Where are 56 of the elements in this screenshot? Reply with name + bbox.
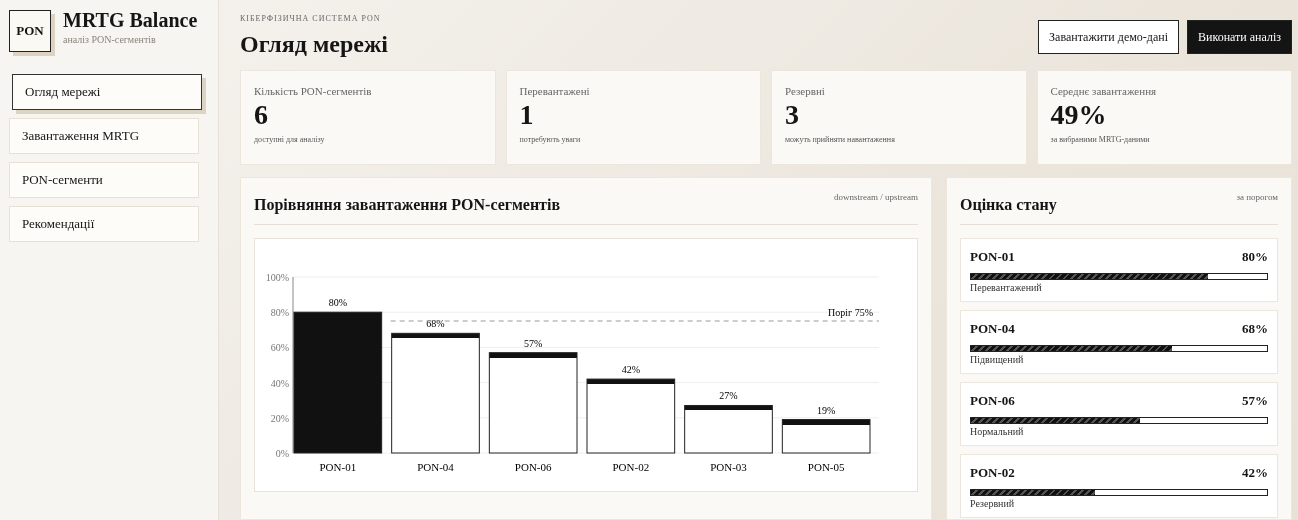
stat-note: можуть прийняти навантаження [785,135,896,144]
load-reading: 68% [1242,321,1268,337]
panel-title: Оцінка стану [960,196,1057,214]
status-label: Нормальний [970,426,1025,437]
tick-label: 40% [270,377,289,389]
stat-value: 49% [1050,101,1108,129]
page-title: Огляд мережі [240,31,388,58]
run-button[interactable]: Виконати аналіз [1187,20,1292,54]
value-label: 19% [817,404,836,416]
nav-item[interactable]: Рекомендації [9,206,199,242]
value-label: 68% [426,318,445,330]
stat-note: потребують уваги [519,135,582,144]
load-reading: 80% [1242,249,1268,265]
tick-label: 60% [270,342,289,354]
nav-item[interactable]: PON-сегменти [9,162,199,198]
load-reading: 42% [1242,465,1268,481]
value-label: 80% [328,297,347,309]
threshold-label: Поріг 75% [828,307,873,318]
category-label: PON-02 [612,461,650,473]
stat-label: Кількість PON-сегментів [254,85,373,97]
segment-name: PON-04 [970,321,1015,337]
stat-label: Перевантажені [519,85,591,97]
category-label: PON-05 [807,461,845,473]
category-label: PON-01 [319,461,357,473]
category-label: PON-03 [710,461,747,473]
app-title: MRTG Balance [63,10,198,30]
eyebrow: КІБЕРФІЗИЧНА СИСТЕМА PON [240,14,382,23]
stat-value: 6 [254,101,269,129]
value-label: 57% [524,337,543,349]
panel-hint: за порогом [1236,192,1278,202]
segment-name: PON-01 [970,249,1015,265]
value-label: 27% [719,390,738,402]
tick-label: 0% [275,448,289,459]
status-label: Підвищений [970,354,1025,365]
load-button[interactable]: Завантажити демо-дані [1038,20,1179,54]
stat-value: 3 [785,101,800,129]
segment-name: PON-06 [970,393,1015,409]
segment-name: PON-02 [970,465,1015,481]
panel-title: Порівняння завантаження PON-сегментів [254,196,561,214]
status-label: Перевантажений [970,282,1043,293]
status-label: Резервний [970,498,1016,509]
stat-label: Резервні [785,85,826,97]
nav-item[interactable]: Завантаження MRTG [9,118,199,154]
stat-note: за вибраними MRTG-даними [1050,135,1151,144]
value-label: 42% [621,364,640,376]
load-reading: 57% [1242,393,1268,409]
tick-label: 20% [270,412,289,424]
category-label: PON-06 [514,461,552,473]
app-subtitle: аналіз PON-сегментів [63,34,157,45]
stat-label: Середнє завантаження [1050,85,1158,97]
category-label: PON-04 [417,461,454,473]
stat-note: доступні для аналізу [254,135,326,144]
stat-value: 1 [519,101,535,129]
tick-label: 80% [270,307,289,319]
tick-label: 100% [265,272,289,283]
panel-hint: downstream / upstream [834,192,918,202]
